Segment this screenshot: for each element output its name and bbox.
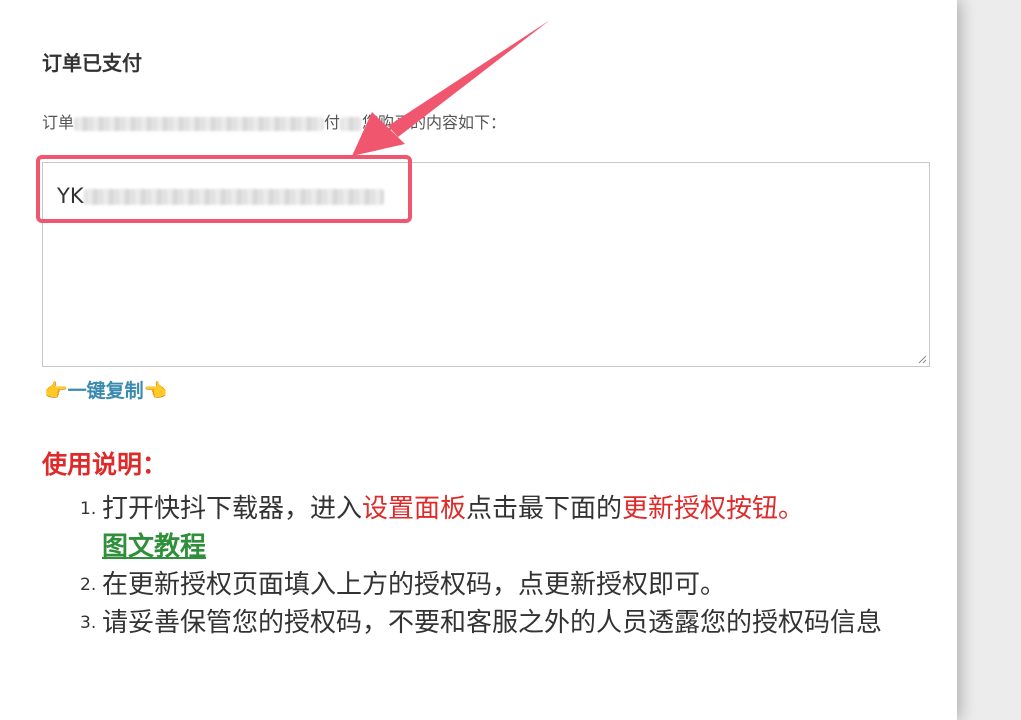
- order-description: 订单 付 您购买的内容如下：: [42, 112, 506, 134]
- pointing-left-icon: 👈: [143, 380, 168, 402]
- license-code-textarea[interactable]: YK: [42, 162, 930, 367]
- license-code-value: YK: [57, 183, 384, 209]
- usage-steps: 1. 打开快抖下载器，进入设置面板点击最下面的更新授权按钮。 图文教程 2. 在…: [80, 490, 920, 642]
- license-code-prefix: YK: [57, 184, 84, 208]
- settings-panel-highlight: 设置面板: [362, 494, 467, 524]
- order-paid-title: 订单已支付: [42, 51, 142, 75]
- update-license-button-highlight: 更新授权按钮。: [622, 494, 805, 524]
- step-number: 3.: [80, 613, 97, 633]
- step-text: 请妥善保管您的授权码，不要和客服之外的人员透露您的授权码信息: [102, 608, 883, 638]
- copy-button[interactable]: 👉一键复制👈: [44, 377, 167, 405]
- step-item: 2. 在更新授权页面填入上方的授权码，点更新授权即可。: [80, 566, 920, 604]
- step-text: 在更新授权页面填入上方的授权码，点更新授权即可。: [102, 570, 727, 600]
- step-item: 1. 打开快抖下载器，进入设置面板点击最下面的更新授权按钮。 图文教程: [80, 490, 920, 566]
- usage-title: 使用说明：: [42, 450, 168, 479]
- step-item: 3. 请妥善保管您的授权码，不要和客服之外的人员透露您的授权码信息: [80, 604, 920, 642]
- license-code-redacted: [83, 189, 384, 205]
- resize-grip-icon[interactable]: [917, 354, 927, 364]
- copy-label: 一键复制: [67, 380, 144, 402]
- order-number-redacted: [74, 116, 325, 131]
- order-status-redacted: [340, 116, 363, 131]
- tutorial-link[interactable]: 图文教程: [102, 528, 206, 566]
- step-text: 点击最下面的: [466, 494, 623, 524]
- order-prefix: 订单: [42, 113, 75, 132]
- step-number: 1.: [80, 499, 97, 519]
- step-number: 2.: [80, 575, 97, 595]
- order-card: 订单已支付 订单 付 您购买的内容如下： YK 👉一键复制👈 使用说明： 1. 打开…: [0, 0, 957, 720]
- pointing-right-icon: 👉: [44, 380, 68, 402]
- order-mid: 付: [324, 113, 341, 132]
- step-text: 打开快抖下载器，进入: [102, 494, 363, 524]
- order-suffix: 您购买的内容如下：: [362, 113, 507, 132]
